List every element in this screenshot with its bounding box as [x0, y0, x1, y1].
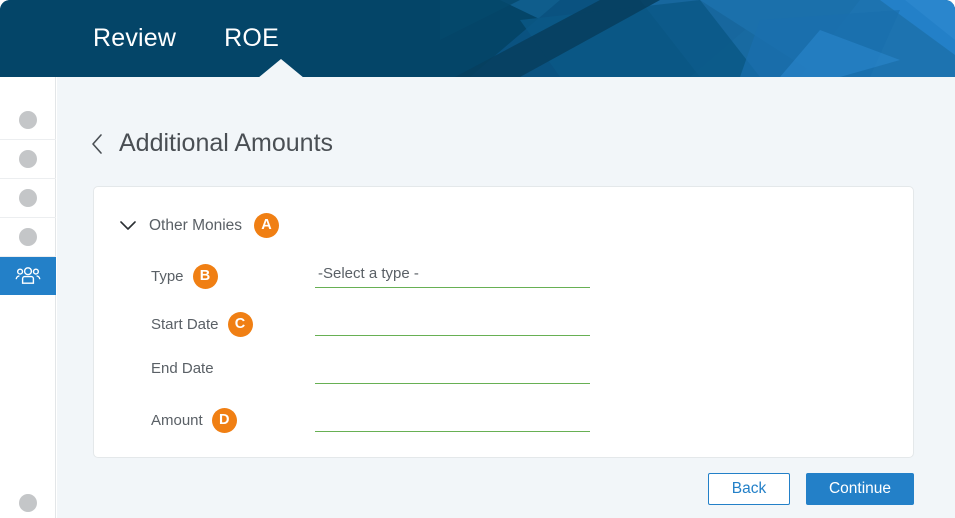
field-start-date: Start Date C [151, 310, 891, 337]
field-label-text: End Date [151, 360, 214, 377]
field-label-text: Type [151, 268, 184, 285]
dot-icon [19, 111, 37, 129]
app-window: Review ROE Additional Amounts Other Moni… [0, 0, 955, 518]
sidebar-item-placeholder-2[interactable] [0, 140, 56, 179]
header-tabs: Review ROE [0, 0, 279, 77]
chevron-down-icon[interactable] [119, 220, 137, 231]
end-date-input[interactable] [315, 358, 590, 384]
sidebar-item-placeholder-4[interactable] [0, 218, 56, 257]
field-label-text: Start Date [151, 316, 219, 333]
dot-icon [19, 228, 37, 246]
sidebar-item-placeholder-1[interactable] [0, 101, 56, 140]
continue-button[interactable]: Continue [806, 473, 914, 505]
chevron-left-icon[interactable] [90, 132, 105, 156]
active-tab-pointer [258, 59, 304, 78]
field-type: Type B [151, 262, 891, 289]
footer-actions: Back Continue [708, 473, 914, 505]
app-header: Review ROE [0, 0, 955, 77]
back-button[interactable]: Back [708, 473, 790, 505]
field-label-start-date: Start Date C [151, 312, 253, 337]
sidebar-item-employees[interactable] [0, 257, 56, 295]
content-area: Additional Amounts Other Monies A Type B [57, 77, 955, 518]
page-title: Additional Amounts [119, 129, 334, 157]
amount-input[interactable] [315, 406, 590, 432]
field-end-date: End Date [151, 358, 891, 384]
section-header-other-monies[interactable]: Other Monies A [119, 213, 280, 238]
start-date-input[interactable] [315, 310, 590, 336]
users-icon [15, 267, 41, 284]
field-label-amount: Amount D [151, 408, 237, 433]
field-label-type: Type B [151, 264, 218, 289]
field-label-end-date: End Date [151, 360, 214, 377]
dot-icon [19, 189, 37, 207]
tab-review[interactable]: Review [93, 0, 176, 77]
annotation-badge-d: D [211, 408, 237, 433]
annotation-badge-b: B [192, 264, 218, 289]
annotation-badge-c: C [227, 312, 253, 337]
section-title: Other Monies [149, 216, 243, 234]
annotation-badge-a: A [254, 213, 280, 238]
page-header: Additional Amounts [90, 129, 333, 158]
dot-icon [19, 150, 37, 168]
type-input[interactable] [315, 262, 590, 288]
field-label-text: Amount [151, 412, 203, 429]
other-monies-card: Other Monies A Type B Start Date C [93, 186, 914, 458]
sidebar-item-placeholder-3[interactable] [0, 179, 56, 218]
sidebar [0, 77, 56, 518]
dot-icon [19, 493, 37, 512]
field-amount: Amount D [151, 406, 891, 433]
sidebar-item-placeholder-bottom[interactable] [0, 483, 56, 518]
